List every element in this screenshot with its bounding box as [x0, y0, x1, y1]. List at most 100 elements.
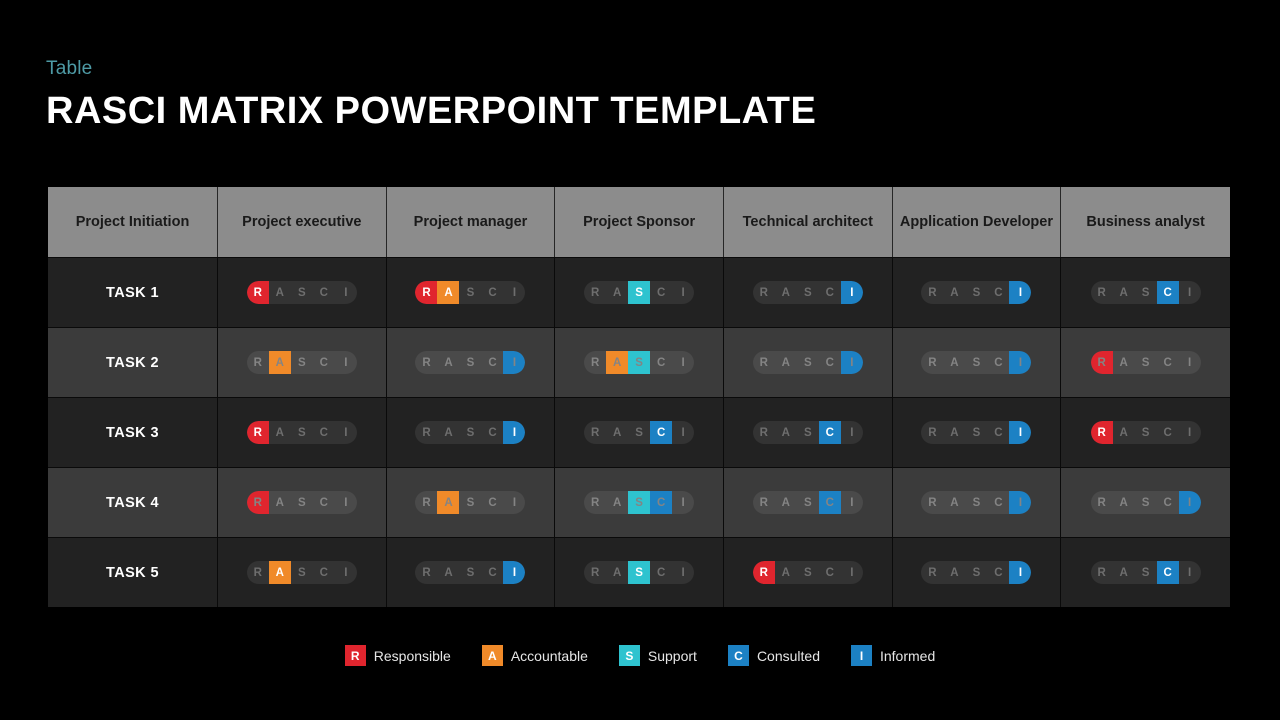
rasci-pill[interactable]: RASCI: [415, 351, 526, 374]
rasci-letter-i-inactive[interactable]: I: [335, 561, 357, 584]
rasci-letter-c-inactive[interactable]: C: [650, 351, 672, 374]
rasci-pill[interactable]: RASCI: [415, 491, 526, 514]
rasci-letter-r-inactive[interactable]: R: [415, 491, 437, 514]
rasci-letter-i-inactive[interactable]: I: [1179, 351, 1201, 374]
rasci-letter-r-inactive[interactable]: R: [415, 351, 437, 374]
rasci-letter-c-active[interactable]: C: [650, 421, 673, 444]
rasci-letter-r-inactive[interactable]: R: [247, 561, 269, 584]
rasci-letter-c-inactive[interactable]: C: [481, 351, 503, 374]
matrix-cell[interactable]: RASCI: [1061, 537, 1230, 607]
rasci-letter-a-inactive[interactable]: A: [775, 421, 797, 444]
rasci-letter-a-inactive[interactable]: A: [606, 281, 628, 304]
rasci-letter-r-inactive[interactable]: R: [584, 491, 606, 514]
rasci-letter-s-inactive[interactable]: S: [1135, 491, 1157, 514]
rasci-letter-i-inactive[interactable]: I: [841, 561, 863, 584]
rasci-letter-i-inactive[interactable]: I: [335, 421, 357, 444]
rasci-letter-a-inactive[interactable]: A: [437, 421, 459, 444]
matrix-cell[interactable]: RASCI: [892, 327, 1062, 397]
rasci-letter-r-active[interactable]: R: [1090, 421, 1113, 444]
rasci-pill[interactable]: RASCI: [246, 351, 357, 374]
matrix-cell[interactable]: RASCI: [555, 327, 724, 397]
rasci-letter-r-inactive[interactable]: R: [1091, 281, 1113, 304]
rasci-letter-a-inactive[interactable]: A: [269, 281, 291, 304]
rasci-letter-c-inactive[interactable]: C: [1157, 421, 1179, 444]
matrix-cell[interactable]: RASCI: [723, 327, 893, 397]
rasci-letter-i-inactive[interactable]: I: [672, 491, 694, 514]
rasci-letter-s-active[interactable]: S: [628, 351, 651, 374]
rasci-letter-r-inactive[interactable]: R: [753, 491, 775, 514]
rasci-pill[interactable]: RASCI: [752, 561, 863, 584]
rasci-letter-r-active[interactable]: R: [1090, 351, 1113, 374]
rasci-letter-i-active[interactable]: I: [1009, 351, 1032, 374]
rasci-letter-c-inactive[interactable]: C: [987, 561, 1009, 584]
rasci-letter-s-inactive[interactable]: S: [965, 491, 987, 514]
rasci-letter-r-inactive[interactable]: R: [584, 421, 606, 444]
rasci-letter-s-inactive[interactable]: S: [291, 421, 313, 444]
rasci-letter-a-active[interactable]: A: [268, 351, 291, 374]
rasci-letter-i-inactive[interactable]: I: [503, 281, 525, 304]
matrix-cell[interactable]: RASCI: [723, 257, 893, 327]
rasci-pill[interactable]: RASCI: [1090, 561, 1201, 584]
matrix-cell[interactable]: RASCI: [386, 327, 556, 397]
rasci-pill[interactable]: RASCI: [584, 561, 695, 584]
rasci-letter-r-inactive[interactable]: R: [753, 351, 775, 374]
rasci-letter-r-inactive[interactable]: R: [584, 281, 606, 304]
rasci-letter-r-inactive[interactable]: R: [921, 561, 943, 584]
rasci-letter-c-inactive[interactable]: C: [650, 281, 672, 304]
rasci-letter-s-inactive[interactable]: S: [797, 281, 819, 304]
rasci-letter-a-inactive[interactable]: A: [437, 351, 459, 374]
rasci-letter-s-inactive[interactable]: S: [797, 561, 819, 584]
rasci-letter-c-inactive[interactable]: C: [987, 281, 1009, 304]
matrix-cell[interactable]: RASCI: [386, 467, 556, 537]
rasci-pill[interactable]: RASCI: [584, 351, 695, 374]
rasci-pill[interactable]: RASCI: [921, 351, 1032, 374]
rasci-letter-r-active[interactable]: R: [752, 561, 775, 584]
rasci-pill[interactable]: RASCI: [584, 281, 695, 304]
rasci-letter-c-active[interactable]: C: [1156, 561, 1179, 584]
rasci-letter-s-active[interactable]: S: [628, 281, 651, 304]
rasci-letter-s-inactive[interactable]: S: [797, 491, 819, 514]
rasci-letter-a-inactive[interactable]: A: [269, 421, 291, 444]
matrix-cell[interactable]: RASCI: [1061, 327, 1230, 397]
rasci-letter-r-active[interactable]: R: [246, 281, 269, 304]
rasci-letter-a-inactive[interactable]: A: [1113, 561, 1135, 584]
rasci-pill[interactable]: RASCI: [1090, 281, 1201, 304]
rasci-letter-s-inactive[interactable]: S: [291, 351, 313, 374]
rasci-letter-c-inactive[interactable]: C: [481, 491, 503, 514]
rasci-letter-i-active[interactable]: I: [1178, 491, 1201, 514]
matrix-cell[interactable]: RASCI: [892, 257, 1062, 327]
matrix-cell[interactable]: RASCI: [386, 257, 556, 327]
rasci-letter-r-active[interactable]: R: [415, 281, 438, 304]
rasci-letter-s-inactive[interactable]: S: [459, 561, 481, 584]
rasci-letter-a-inactive[interactable]: A: [1113, 281, 1135, 304]
rasci-letter-a-active[interactable]: A: [606, 351, 629, 374]
rasci-letter-i-inactive[interactable]: I: [335, 491, 357, 514]
rasci-letter-a-inactive[interactable]: A: [943, 491, 965, 514]
rasci-letter-i-active[interactable]: I: [1009, 421, 1032, 444]
matrix-cell[interactable]: RASCI: [555, 257, 724, 327]
rasci-letter-s-active[interactable]: S: [628, 561, 651, 584]
rasci-letter-a-active[interactable]: A: [437, 491, 460, 514]
rasci-letter-a-inactive[interactable]: A: [775, 561, 797, 584]
rasci-pill[interactable]: RASCI: [752, 281, 863, 304]
rasci-letter-c-inactive[interactable]: C: [1157, 491, 1179, 514]
rasci-letter-a-inactive[interactable]: A: [943, 281, 965, 304]
rasci-letter-s-inactive[interactable]: S: [459, 351, 481, 374]
rasci-letter-c-inactive[interactable]: C: [481, 281, 503, 304]
rasci-letter-i-inactive[interactable]: I: [672, 561, 694, 584]
rasci-pill[interactable]: RASCI: [752, 351, 863, 374]
rasci-pill[interactable]: RASCI: [415, 421, 526, 444]
rasci-letter-r-inactive[interactable]: R: [1091, 561, 1113, 584]
rasci-pill[interactable]: RASCI: [1090, 491, 1201, 514]
rasci-letter-a-inactive[interactable]: A: [437, 561, 459, 584]
matrix-cell[interactable]: RASCI: [218, 397, 387, 467]
rasci-letter-a-active[interactable]: A: [268, 561, 291, 584]
matrix-cell[interactable]: RASCI: [386, 397, 556, 467]
rasci-letter-r-inactive[interactable]: R: [921, 351, 943, 374]
rasci-pill[interactable]: RASCI: [921, 421, 1032, 444]
rasci-letter-c-inactive[interactable]: C: [819, 561, 841, 584]
rasci-letter-r-inactive[interactable]: R: [1091, 491, 1113, 514]
matrix-cell[interactable]: RASCI: [386, 537, 556, 607]
rasci-letter-a-inactive[interactable]: A: [1113, 421, 1135, 444]
rasci-letter-i-inactive[interactable]: I: [841, 491, 863, 514]
